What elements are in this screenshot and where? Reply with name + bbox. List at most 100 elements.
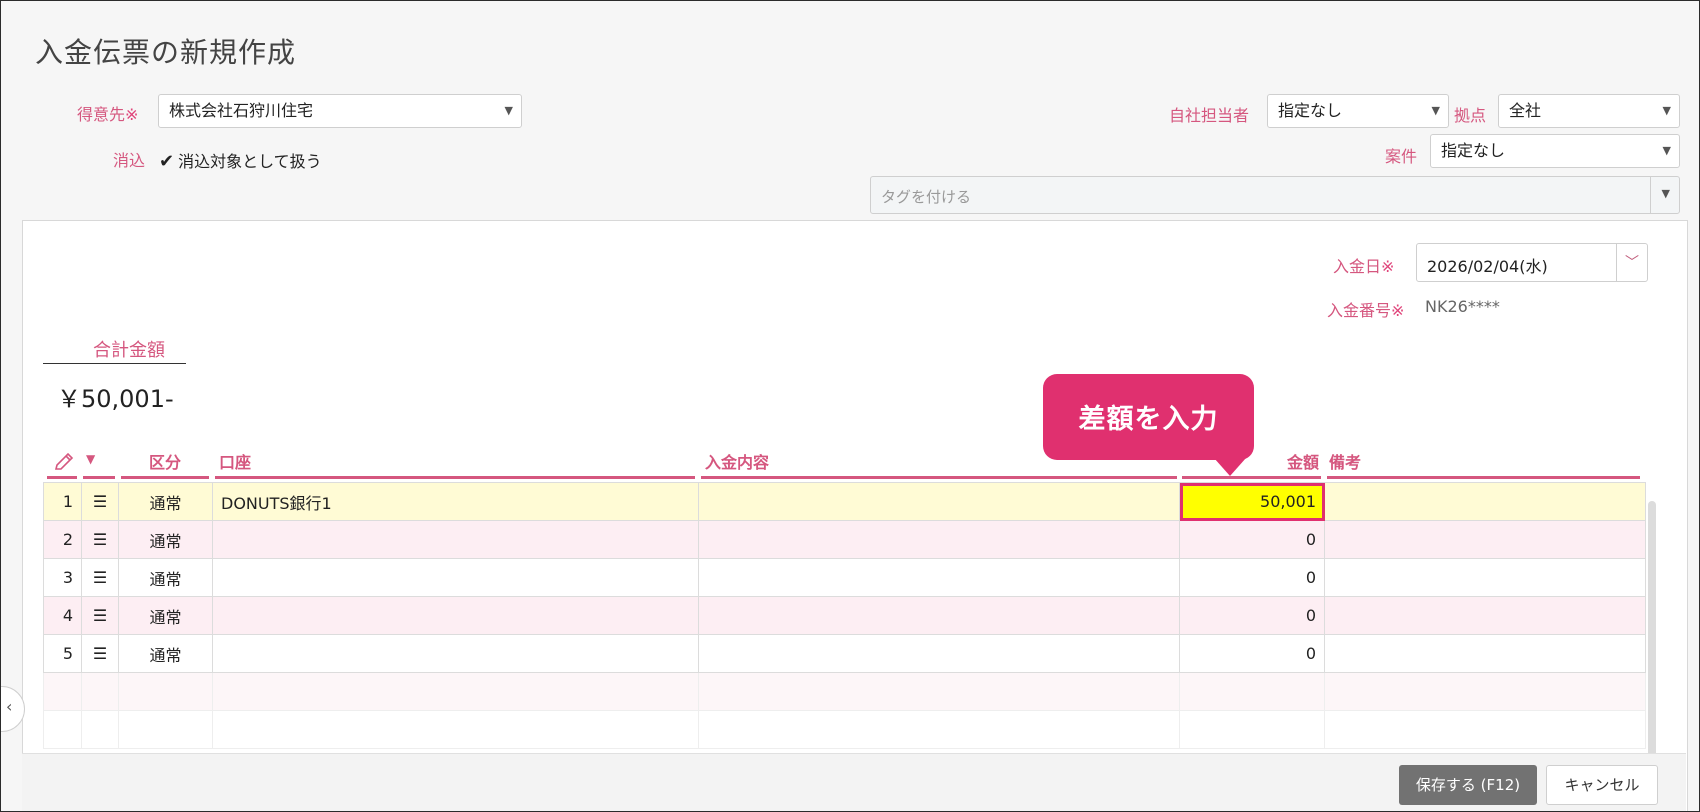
reconcile-label: 消込 xyxy=(113,151,146,170)
cell-account[interactable] xyxy=(212,596,699,635)
cell-amount[interactable]: 0 xyxy=(1179,558,1325,597)
total-underline xyxy=(43,363,186,364)
payment-lines-table: 1 ☰ 通常 DONUTS銀行1 50,001 2 ☰ 通常 0 3 ☰ 通常 … xyxy=(43,482,1646,749)
empty-cell xyxy=(43,672,82,711)
reconcile-checkbox[interactable]: ✔ 消込対象として扱う xyxy=(159,148,322,172)
date-divider xyxy=(1616,244,1617,281)
hamburger-icon[interactable]: ☰ xyxy=(81,634,119,673)
staff-select-value: 指定なし xyxy=(1278,101,1343,120)
dialog-window: 入金伝票の新規作成 得意先※ 株式会社石狩川住宅 ▼ 消込 ✔ 消込対象として扱う… xyxy=(0,0,1700,812)
table-row[interactable]: 2 ☰ 通常 0 xyxy=(43,520,1646,559)
cell-note[interactable] xyxy=(1324,482,1646,521)
cell-note[interactable] xyxy=(1324,520,1646,559)
tag-input[interactable]: タグを付ける ▼ xyxy=(870,176,1680,214)
cell-type[interactable]: 通常 xyxy=(118,520,213,559)
empty-cell xyxy=(212,710,699,749)
empty-cell xyxy=(1179,710,1325,749)
caret-down-icon: ▼ xyxy=(1662,144,1671,157)
empty-cell xyxy=(118,710,213,749)
number-label-text: 入金番号 xyxy=(1327,301,1392,320)
customer-select[interactable]: 株式会社石狩川住宅 ▼ xyxy=(158,94,522,128)
row-number: 1 xyxy=(43,482,82,521)
cell-type[interactable]: 通常 xyxy=(118,482,213,521)
cell-type[interactable]: 通常 xyxy=(118,634,213,673)
date-label: 入金日※ xyxy=(1333,253,1394,277)
empty-cell xyxy=(698,672,1180,711)
cell-account[interactable] xyxy=(212,520,699,559)
row-number: 3 xyxy=(43,558,82,597)
column-header-amount: 金額 xyxy=(1182,449,1321,479)
staff-select[interactable]: 指定なし ▼ xyxy=(1267,94,1449,128)
required-mark: ※ xyxy=(1391,301,1405,320)
save-button[interactable]: 保存する (F12) xyxy=(1399,765,1537,805)
cell-content[interactable] xyxy=(698,482,1180,521)
total-amount: ￥50,001- xyxy=(57,385,174,413)
checkmark-icon: ✔ xyxy=(159,151,175,172)
cell-amount[interactable]: 0 xyxy=(1179,596,1325,635)
caret-down-icon: ▼ xyxy=(1662,104,1671,117)
column-header-account: 口座 xyxy=(215,449,695,479)
empty-cell xyxy=(81,710,119,749)
cell-content[interactable] xyxy=(698,558,1180,597)
cell-account[interactable]: DONUTS銀行1 xyxy=(212,482,699,521)
caret-down-icon: ▼ xyxy=(86,452,96,466)
row-number: 5 xyxy=(43,634,82,673)
required-mark: ※ xyxy=(1381,257,1395,276)
branch-label: 拠点 xyxy=(1454,106,1487,125)
cell-amount[interactable]: 0 xyxy=(1179,634,1325,673)
cell-account[interactable] xyxy=(212,558,699,597)
empty-cell xyxy=(698,710,1180,749)
column-header-note: 備考 xyxy=(1327,449,1640,479)
cell-amount[interactable]: 50,001 xyxy=(1179,482,1325,521)
cell-note[interactable] xyxy=(1324,558,1646,597)
project-select[interactable]: 指定なし ▼ xyxy=(1430,134,1680,168)
table-row[interactable]: 1 ☰ 通常 DONUTS銀行1 50,001 xyxy=(43,482,1646,521)
cell-type[interactable]: 通常 xyxy=(118,596,213,635)
cell-amount[interactable]: 0 xyxy=(1179,520,1325,559)
table-row[interactable]: 3 ☰ 通常 0 xyxy=(43,558,1646,597)
empty-row xyxy=(43,710,1646,749)
cancel-button[interactable]: キャンセル xyxy=(1546,765,1658,805)
edit-column-header[interactable] xyxy=(47,449,77,479)
date-label-text: 入金日 xyxy=(1333,257,1382,276)
table-row[interactable]: 4 ☰ 通常 0 xyxy=(43,596,1646,635)
date-picker[interactable]: 2026/02/04(水) ﹀ xyxy=(1416,243,1648,282)
cell-account[interactable] xyxy=(212,634,699,673)
branch-select-value: 全社 xyxy=(1509,101,1542,120)
customer-label: 得意先※ xyxy=(77,101,138,125)
empty-cell xyxy=(81,672,119,711)
cell-content[interactable] xyxy=(698,634,1180,673)
cell-content[interactable] xyxy=(698,520,1180,559)
chevron-left-icon: ‹ xyxy=(6,697,13,716)
chevron-down-icon[interactable]: ﹀ xyxy=(1625,252,1639,272)
reconcile-checkbox-label: 消込対象として扱う xyxy=(178,152,322,171)
empty-cell xyxy=(118,672,213,711)
date-value: 2026/02/04(水) xyxy=(1427,257,1548,276)
cell-content[interactable] xyxy=(698,596,1180,635)
sort-column-header[interactable]: ▼ xyxy=(83,449,115,479)
branch-select[interactable]: 全社 ▼ xyxy=(1498,94,1680,128)
column-header-type: 区分 xyxy=(121,449,209,479)
empty-cell xyxy=(1324,672,1646,711)
empty-row xyxy=(43,672,1646,711)
column-header-content: 入金内容 xyxy=(701,449,1177,479)
hamburger-icon[interactable]: ☰ xyxy=(81,596,119,635)
cell-note[interactable] xyxy=(1324,634,1646,673)
row-number: 4 xyxy=(43,596,82,635)
cell-note[interactable] xyxy=(1324,596,1646,635)
caret-down-icon: ▼ xyxy=(1431,104,1440,117)
tag-placeholder: タグを付ける xyxy=(881,188,972,206)
pencil-icon xyxy=(54,452,74,470)
table-row[interactable]: 5 ☰ 通常 0 xyxy=(43,634,1646,673)
hamburger-icon[interactable]: ☰ xyxy=(81,482,119,521)
customer-label-text: 得意先 xyxy=(77,105,126,124)
caret-down-icon[interactable]: ▼ xyxy=(1662,187,1670,200)
empty-cell xyxy=(1179,672,1325,711)
cell-type[interactable]: 通常 xyxy=(118,558,213,597)
page-title: 入金伝票の新規作成 xyxy=(35,36,297,69)
hamburger-icon[interactable]: ☰ xyxy=(81,520,119,559)
number-label: 入金番号※ xyxy=(1327,297,1404,321)
hamburger-icon[interactable]: ☰ xyxy=(81,558,119,597)
empty-cell xyxy=(43,710,82,749)
empty-cell xyxy=(1324,710,1646,749)
